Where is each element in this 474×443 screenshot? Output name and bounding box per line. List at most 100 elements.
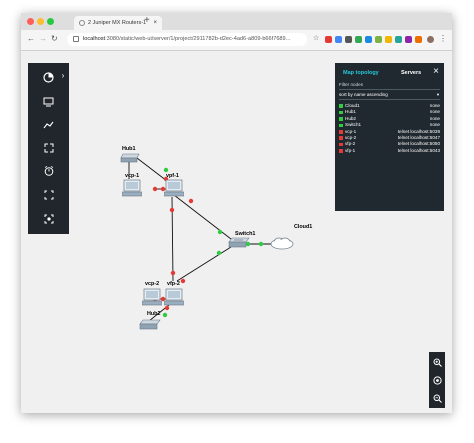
node-name: vfp-1 [345,147,356,153]
node-status-icon [339,117,343,121]
snapshot-icon [44,166,53,176]
snapshot-button[interactable] [28,160,69,182]
tab-close-button[interactable]: × [153,16,157,30]
node-list-item[interactable]: vfp-1 telnet localhost:5043 [339,148,440,154]
node-status-icon [339,104,343,108]
reset-zoom-button[interactable] [429,371,445,389]
node-label-hub2: Hub2 [147,311,161,317]
node-label-cloud1: Cloud1 [294,224,313,230]
zoom-out-button[interactable] [429,389,445,407]
link-status-down [170,270,176,276]
link-status-up [216,250,222,256]
link-status-up [163,167,169,173]
tab-map-topology[interactable]: Map topology [343,70,379,76]
browser-window: 2 Juniper MX Routers-1 × + ← → ↻ localho… [21,13,452,413]
node-label-vcp2: vcp-2 [145,281,160,287]
new-tab-button[interactable]: + [144,15,150,26]
node-status-icon [339,142,343,147]
node-status-icon [339,149,343,153]
link-status-down [180,278,186,284]
fullscreen-button[interactable] [28,137,69,159]
reset-zoom-icon [432,375,442,385]
tab-title: 2 Juniper MX Routers-1 [88,20,147,26]
hub-icon[interactable] [120,153,140,163]
close-window-button[interactable] [27,18,34,25]
add-console-icon [43,97,54,107]
link-vfp1-switch1[interactable] [173,194,232,240]
node-label-hub1: Hub1 [122,146,136,152]
minimize-window-button[interactable] [37,18,44,25]
sort-select[interactable]: sort by name ascending ▼ [339,90,440,100]
extension-icon[interactable] [325,36,332,43]
switch-icon[interactable] [228,237,250,249]
reload-icon[interactable]: ↻ [51,34,58,43]
tab-favicon-icon [79,20,85,26]
link-status-down [188,198,194,204]
extension-icon[interactable] [415,36,422,43]
screenshot-button[interactable] [28,208,69,230]
topology-panel: Map topology Servers × Filter nodes sort… [335,63,444,211]
draw-link-button[interactable] [28,114,69,136]
node-label-vfp1: vpf-1 [166,173,179,179]
node-label-switch1: Switch1 [235,231,256,237]
link-status-up [162,312,168,318]
node-label-vcp1: vcp-1 [125,173,140,179]
zoom-out-icon [433,394,442,403]
extension-icon[interactable] [365,36,372,43]
nodes-library-icon [43,71,54,83]
link-status-down [152,186,158,192]
link-status-down [169,207,175,213]
cloud-icon[interactable] [269,236,295,250]
extension-icon[interactable] [385,36,392,43]
node-console: telnet localhost:5043 [397,147,440,153]
screenshot-icon [44,214,53,224]
link-switch1-vfp2[interactable] [176,246,232,282]
tab-bar: 2 Juniper MX Routers-1 × + [21,13,452,30]
filter-nodes-input[interactable]: Filter nodes [339,80,440,90]
close-panel-button[interactable]: × [433,66,439,77]
link-status-up [217,229,223,235]
url-host: localhost [83,36,106,42]
node-list: Cloud1 none Hub1 none Hub2 none Switch1 none vcp… [339,103,440,154]
browser-menu-icon[interactable]: ⋮ [439,34,447,43]
router-vm-icon[interactable] [164,179,184,197]
chevron-down-icon: ▼ [436,92,440,97]
node-label-vfp2: vfp-2 [167,281,180,287]
url-field[interactable]: localhost:3080/static/web-ui/server/1/pr… [67,33,307,46]
extension-icon[interactable] [345,36,352,43]
hub-icon[interactable] [139,319,161,330]
extension-icon[interactable] [405,36,412,43]
node-status-icon [339,110,343,115]
toolbar-expand-button[interactable]: › [57,71,69,80]
left-toolbar: › [28,63,69,234]
draw-link-icon [43,121,54,129]
extension-icon[interactable] [335,36,342,43]
extension-icon[interactable] [355,36,362,43]
router-vm-icon[interactable] [164,288,184,306]
zoom-controls [429,352,445,408]
zoom-in-button[interactable] [429,353,445,371]
url-path: :3080/static/web-ui/server/1/project/291… [105,36,291,42]
node-status-icon [339,123,343,128]
sort-select-value: sort by name ascending [339,92,388,97]
back-icon[interactable]: ← [27,34,35,43]
router-vm-icon[interactable] [122,179,142,197]
node-status-icon [339,136,343,140]
zoom-in-icon [433,358,442,367]
fit-to-screen-icon [44,190,53,200]
maximize-window-button[interactable] [47,18,54,25]
add-console-button[interactable] [28,91,69,113]
profile-avatar[interactable] [427,36,434,43]
forward-icon[interactable]: → [39,34,47,43]
router-vm-icon[interactable] [142,288,162,306]
fit-to-screen-button[interactable] [28,184,69,206]
bookmark-star-icon[interactable]: ☆ [313,34,319,42]
link-status-up [258,241,264,247]
address-bar: ← → ↻ localhost:3080/static/web-ui/serve… [21,30,452,51]
fullscreen-icon [44,143,53,153]
extension-icon[interactable] [395,36,402,43]
link-status-down [164,305,170,311]
tab-servers[interactable]: Servers [401,70,421,76]
lock-icon [73,35,79,42]
extension-icon[interactable] [375,36,382,43]
